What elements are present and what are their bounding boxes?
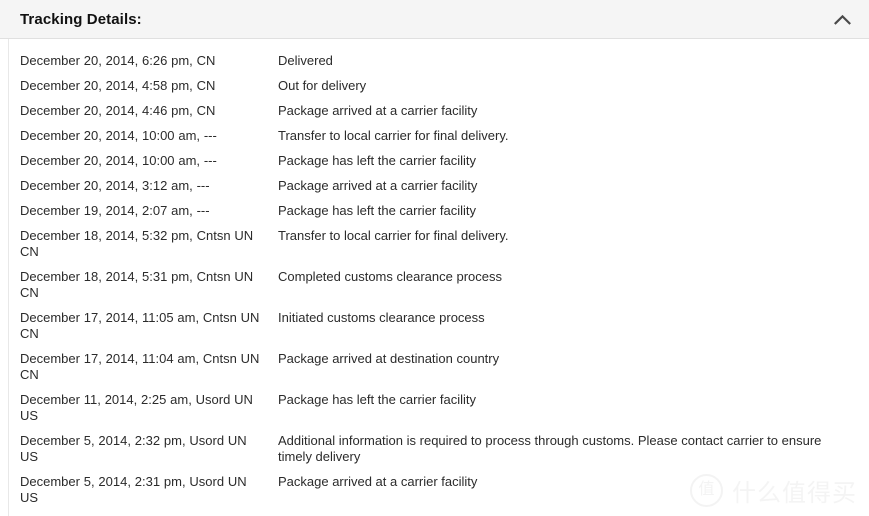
event-timestamp-location: December 18, 2014, 5:31 pm, Cntsn UN CN [20,269,254,300]
chevron-up-icon [833,14,851,25]
tracking-event-row: December 18, 2014, 5:32 pm, Cntsn UN CN T… [0,228,869,260]
event-timestamp-location: December 18, 2014, 5:32 pm, Cntsn UN CN [20,228,254,259]
event-timestamp-location: December 20, 2014, 3:12 am, --- [20,178,210,193]
event-description: Package arrived at a carrier facility [278,103,478,118]
event-timestamp-location: December 17, 2014, 11:04 am, Cntsn UN CN [20,351,260,382]
tracking-event-row: December 19, 2014, 2:07 am, --- Package h… [0,203,869,219]
event-description: Initiated customs clearance process [278,310,485,325]
page-title: Tracking Details: [20,10,142,28]
tracking-event-row: December 17, 2014, 11:05 am, Cntsn UN CN… [0,310,869,342]
tracking-event-row: December 18, 2014, 5:31 pm, Cntsn UN CN C… [0,269,869,301]
tracking-event-row: December 20, 2014, 10:00 am, --- Transfer… [0,128,869,144]
event-timestamp-location: December 20, 2014, 6:26 pm, CN [20,53,216,68]
tracking-event-row: December 20, 2014, 4:58 pm, CN Out for de… [0,78,869,94]
tracking-event-row: December 17, 2014, 11:04 am, Cntsn UN CN… [0,351,869,383]
event-timestamp-location: December 20, 2014, 4:58 pm, CN [20,78,216,93]
tracking-event-row: December 5, 2014, 2:32 pm, Usord UN US Ad… [0,433,869,465]
event-description: Package arrived at destination country [278,351,500,366]
event-description: Additional information is required to pr… [278,433,822,464]
event-description: Package has left the carrier facility [278,392,476,407]
event-timestamp-location: December 5, 2014, 2:31 pm, Usord UN US [20,474,247,505]
tracking-event-row: December 5, 2014, 2:31 pm, Usord UN US Pa… [0,474,869,506]
event-description: Package arrived at a carrier facility [278,178,478,193]
event-timestamp-location: December 19, 2014, 2:07 am, --- [20,203,210,218]
tracking-event-row: December 20, 2014, 3:12 am, --- Package a… [0,178,869,194]
tracking-event-row: December 20, 2014, 6:26 pm, CN Delivered [0,53,869,69]
event-timestamp-location: December 11, 2014, 2:25 am, Usord UN US [20,392,253,423]
panel-header: Tracking Details: [0,0,869,39]
tracking-event-list: December 20, 2014, 6:26 pm, CN Delivered D… [0,53,869,516]
event-timestamp-location: December 5, 2014, 2:32 pm, Usord UN US [20,433,247,464]
tracking-event-row: December 11, 2014, 2:25 am, Usord UN US P… [0,392,869,424]
event-description: Transfer to local carrier for final deli… [278,128,509,143]
event-description: Completed customs clearance process [278,269,502,284]
event-description: Package arrived at a carrier facility [278,474,478,489]
tracking-event-row: December 20, 2014, 4:46 pm, CN Package ar… [0,103,869,119]
event-description: Out for delivery [278,78,367,93]
event-description: Package has left the carrier facility [278,153,476,168]
event-timestamp-location: December 20, 2014, 10:00 am, --- [20,153,217,168]
tracking-details-panel: Tracking Details: December 20, 2014, 6:2… [0,0,869,516]
collapse-toggle-button[interactable] [826,0,858,39]
event-timestamp-location: December 17, 2014, 11:05 am, Cntsn UN CN [20,310,260,341]
event-timestamp-location: December 20, 2014, 10:00 am, --- [20,128,217,143]
event-description: Delivered [278,53,333,68]
event-description: Transfer to local carrier for final deli… [278,228,509,243]
tracking-event-row: December 20, 2014, 10:00 am, --- Package … [0,153,869,169]
panel-body: December 20, 2014, 6:26 pm, CN Delivered D… [0,39,869,516]
event-description: Package has left the carrier facility [278,203,476,218]
event-timestamp-location: December 20, 2014, 4:46 pm, CN [20,103,216,118]
